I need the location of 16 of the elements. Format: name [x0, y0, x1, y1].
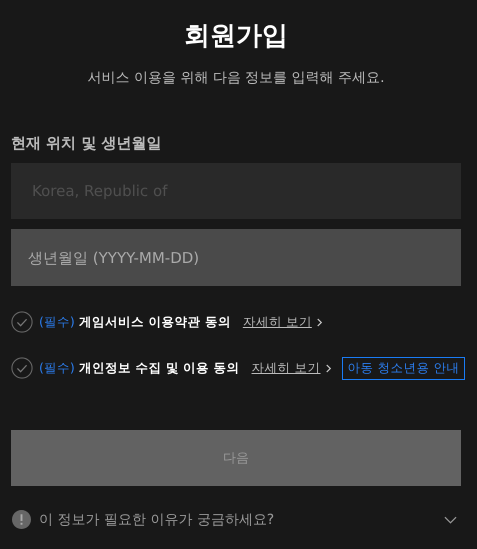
chevron-right-icon [316, 316, 323, 328]
chevron-right-icon [324, 362, 332, 374]
section-label: 현재 위치 및 생년월일 [11, 133, 163, 153]
checkbox[interactable] [11, 311, 33, 333]
chevron-down-icon[interactable] [444, 516, 457, 524]
details-link[interactable]: 자세히 보기 [252, 360, 321, 376]
info-icon [12, 510, 31, 529]
info-question[interactable]: 이 정보가 필요한 이유가 궁금하세요? [39, 510, 274, 528]
page-title: 회원가입 [183, 20, 289, 53]
agreement-label: (필수) 개인정보 수집 및 이용 동의 [39, 360, 240, 376]
birthdate-field[interactable]: 생년월일 (YYYY-MM-DD) [11, 229, 461, 286]
agreement-label: (필수) 게임서비스 이용약관 동의 [39, 314, 231, 330]
checkbox[interactable] [11, 357, 33, 379]
subtitle: 서비스 이용을 위해 다음 정보를 입력해 주세요. [86, 69, 386, 88]
guide-button[interactable]: 아동 청소년용 안내 [342, 356, 466, 380]
details-link[interactable]: 자세히 보기 [242, 314, 312, 330]
